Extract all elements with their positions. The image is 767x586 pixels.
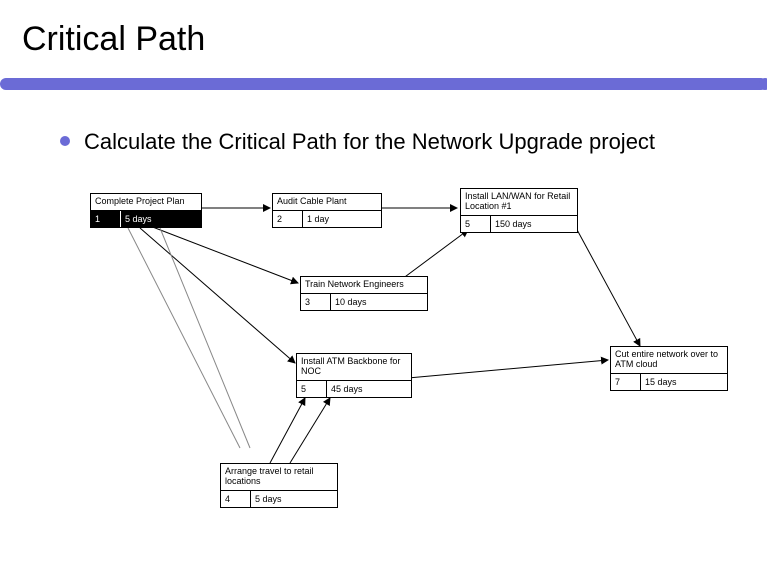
node-duration: 5 days	[251, 491, 337, 507]
bullet-item: Calculate the Critical Path for the Netw…	[60, 128, 727, 156]
node-arrange-travel: Arrange travel to retail locations 4 5 d…	[220, 463, 338, 508]
node-duration: 10 days	[331, 294, 427, 310]
node-title: Install ATM Backbone for NOC	[297, 354, 411, 381]
node-duration: 1 day	[303, 211, 381, 227]
title-underline	[0, 78, 767, 90]
node-title: Audit Cable Plant	[273, 194, 381, 211]
node-train-engineers: Train Network Engineers 3 10 days	[300, 276, 428, 311]
network-diagram: Complete Project Plan 1 5 days Audit Cab…	[0, 188, 767, 578]
node-duration: 15 days	[641, 374, 727, 390]
node-complete-project-plan: Complete Project Plan 1 5 days	[90, 193, 202, 228]
node-install-atm-backbone: Install ATM Backbone for NOC 5 45 days	[296, 353, 412, 398]
node-title: Cut entire network over to ATM cloud	[611, 347, 727, 374]
node-cut-network-atm: Cut entire network over to ATM cloud 7 1…	[610, 346, 728, 391]
node-id: 1	[91, 211, 121, 227]
bullet-text: Calculate the Critical Path for the Netw…	[84, 128, 655, 156]
node-id: 3	[301, 294, 331, 310]
node-id: 4	[221, 491, 251, 507]
node-duration: 45 days	[327, 381, 411, 397]
node-id: 7	[611, 374, 641, 390]
node-id: 5	[297, 381, 327, 397]
node-install-lanwan: Install LAN/WAN for Retail Location #1 5…	[460, 188, 578, 233]
node-title: Install LAN/WAN for Retail Location #1	[461, 189, 577, 216]
slide-title: Critical Path	[0, 0, 767, 69]
node-title: Complete Project Plan	[91, 194, 201, 211]
node-id: 2	[273, 211, 303, 227]
node-duration: 5 days	[121, 211, 201, 227]
node-duration: 150 days	[491, 216, 577, 232]
node-id: 5	[461, 216, 491, 232]
node-title: Train Network Engineers	[301, 277, 427, 294]
node-audit-cable-plant: Audit Cable Plant 2 1 day	[272, 193, 382, 228]
bullet-icon	[60, 136, 70, 146]
node-title: Arrange travel to retail locations	[221, 464, 337, 491]
